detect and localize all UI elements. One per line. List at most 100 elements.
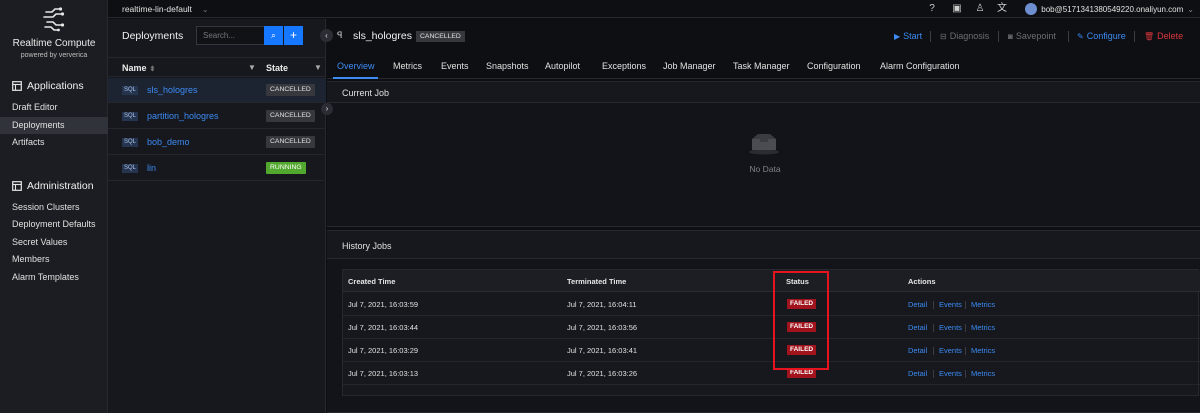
deployments-title: Deployments xyxy=(122,30,184,42)
tab-job-manager[interactable]: Job Manager xyxy=(663,61,716,71)
sidebar-item-draft-editor[interactable]: Draft Editor xyxy=(0,99,108,116)
tab-snapshots[interactable]: Snapshots xyxy=(486,61,529,71)
empty-box-icon xyxy=(749,134,779,155)
detail-link[interactable]: Detail xyxy=(908,323,927,332)
column-state: State xyxy=(266,63,289,73)
empty-state-text: No Data xyxy=(749,164,781,174)
events-link[interactable]: Events xyxy=(939,323,962,332)
translate-icon[interactable]: 文 xyxy=(996,3,1008,15)
administration-label: Administration xyxy=(27,180,94,192)
detail-link[interactable]: Detail xyxy=(908,346,927,355)
trash-icon: 🗑 xyxy=(1144,31,1155,41)
collapse-panel-button[interactable]: ‹ xyxy=(320,29,333,42)
avatar xyxy=(1025,3,1038,15)
job-header: ꟼ sls_hologres CANCELLED ▶ Start ⊟ Diagnos… xyxy=(327,19,1200,53)
tab-overview[interactable]: Overview xyxy=(337,61,375,71)
administration-icon xyxy=(12,181,22,191)
sidebar-item-artifacts[interactable]: Artifacts xyxy=(0,134,108,151)
current-job-header: Current Job xyxy=(327,82,1200,103)
deployment-name-link[interactable]: bob_demo xyxy=(147,137,190,147)
deployment-name-link[interactable]: lin xyxy=(147,163,156,173)
table-row: Jul 7, 2021, 16:03:29 Jul 7, 2021, 16:03… xyxy=(343,339,1200,362)
deployments-header: Deployments ⌕ + xyxy=(108,19,326,52)
divider xyxy=(933,347,934,355)
deployment-row[interactable]: SQL bob_demo CANCELLED xyxy=(108,130,326,155)
plus-icon: + xyxy=(289,28,297,42)
events-link[interactable]: Events xyxy=(939,300,962,309)
state-badge: CANCELLED xyxy=(266,136,315,148)
expand-arrow-button[interactable]: › xyxy=(321,103,333,115)
sql-tag: SQL xyxy=(122,138,139,147)
state-badge: CANCELLED xyxy=(266,110,315,122)
notification-icon[interactable]: ▣ xyxy=(951,3,963,15)
divider xyxy=(933,301,934,309)
history-jobs-panel: History Jobs Created Time Terminated Tim… xyxy=(327,230,1200,413)
camera-icon: ◙ xyxy=(1008,31,1013,41)
column-name[interactable]: Name ⬍ xyxy=(122,63,155,73)
column-terminated-time: Terminated Time xyxy=(567,277,627,286)
sidebar-item-secret-values[interactable]: Secret Values xyxy=(0,234,108,251)
metrics-link[interactable]: Metrics xyxy=(971,323,995,332)
tab-task-manager[interactable]: Task Manager xyxy=(733,61,790,71)
metrics-link[interactable]: Metrics xyxy=(971,346,995,355)
configure-button[interactable]: ✎ Configure xyxy=(1077,31,1126,41)
sidebar-item-deployments[interactable]: Deployments xyxy=(0,117,108,134)
events-link[interactable]: Events xyxy=(939,369,962,378)
history-jobs-title: History Jobs xyxy=(342,241,392,251)
realtime-compute-logo xyxy=(43,7,65,32)
add-deployment-button[interactable]: + xyxy=(284,26,303,45)
detail-tabs: Overview Metrics Events Snapshots Autopi… xyxy=(327,53,1200,79)
history-jobs-table: Created Time Terminated Time Status Acti… xyxy=(342,269,1200,396)
deployment-row[interactable]: SQL sls_hologres CANCELLED xyxy=(108,78,326,103)
namespace-select[interactable]: realtime-lin-default ⌄ xyxy=(122,4,209,14)
tab-autopilot[interactable]: Autopilot xyxy=(545,61,580,71)
savepoint-button[interactable]: ◙ Savepoint xyxy=(1008,31,1056,41)
created-time: Jul 7, 2021, 16:03:29 xyxy=(348,346,419,355)
search-button[interactable]: ⌕ xyxy=(264,26,283,45)
filter-icon[interactable]: ▼ xyxy=(314,63,322,72)
chevron-down-icon: ⌄ xyxy=(201,4,209,14)
events-link[interactable]: Events xyxy=(939,346,962,355)
active-tab-indicator xyxy=(333,77,378,79)
tab-events[interactable]: Events xyxy=(441,61,469,71)
terminated-time: Jul 7, 2021, 16:03:41 xyxy=(567,346,638,355)
metrics-link[interactable]: Metrics xyxy=(971,369,995,378)
status-badge: CANCELLED xyxy=(416,31,465,42)
play-icon: ▶ xyxy=(894,31,901,41)
filter-icon[interactable]: ▼ xyxy=(248,63,256,72)
deployments-panel: Deployments ⌕ + ‹ Name⬍ ▼ State ▼ SQL sl… xyxy=(108,19,333,413)
help-icon[interactable]: ? xyxy=(926,3,938,15)
status-highlight-box xyxy=(773,271,829,370)
table-row: Jul 7, 2021, 16:03:13 Jul 7, 2021, 16:03… xyxy=(343,362,1200,385)
deployment-name-link[interactable]: sls_hologres xyxy=(147,85,198,95)
sidebar-item-members[interactable]: Members xyxy=(0,251,108,268)
tab-alarm-configuration[interactable]: Alarm Configuration xyxy=(880,61,960,71)
tab-metrics[interactable]: Metrics xyxy=(393,61,422,71)
divider xyxy=(965,324,966,332)
diagnosis-button[interactable]: ⊟ Diagnosis xyxy=(940,31,989,41)
deployment-row[interactable]: SQL partition_hologres CANCELLED xyxy=(108,104,326,129)
top-bar: realtime-lin-default ⌄ ? ▣ ♙ 文 bob@51713… xyxy=(108,0,1200,18)
tab-configuration[interactable]: Configuration xyxy=(807,61,861,71)
search-input[interactable] xyxy=(196,26,272,45)
shirt-icon[interactable]: ♙ xyxy=(974,3,986,15)
tab-exceptions[interactable]: Exceptions xyxy=(602,61,646,71)
detail-link[interactable]: Detail xyxy=(908,300,927,309)
current-job-panel: Current Job No Data xyxy=(327,81,1200,227)
start-button[interactable]: ▶ Start xyxy=(894,31,922,41)
deployment-row[interactable]: SQL lin RUNNING xyxy=(108,156,326,181)
divider xyxy=(933,370,934,378)
app-sidebar: Realtime Compute powered by ververica Ap… xyxy=(0,0,108,413)
user-menu[interactable]: bob@5171341380549220.onaliyun.com ⌄ xyxy=(1025,3,1194,15)
sidebar-item-deployment-defaults[interactable]: Deployment Defaults xyxy=(0,216,108,233)
applications-section: Applications xyxy=(12,80,84,92)
metrics-link[interactable]: Metrics xyxy=(971,300,995,309)
sidebar-item-alarm-templates[interactable]: Alarm Templates xyxy=(0,269,108,286)
current-job-title: Current Job xyxy=(342,88,390,98)
detail-link[interactable]: Detail xyxy=(908,369,927,378)
divider xyxy=(965,347,966,355)
deployment-name-link[interactable]: partition_hologres xyxy=(147,111,219,121)
sort-icon[interactable]: ⬍ xyxy=(150,66,156,73)
delete-button[interactable]: 🗑 Delete xyxy=(1144,31,1183,41)
sidebar-item-session-clusters[interactable]: Session Clusters xyxy=(0,199,108,216)
